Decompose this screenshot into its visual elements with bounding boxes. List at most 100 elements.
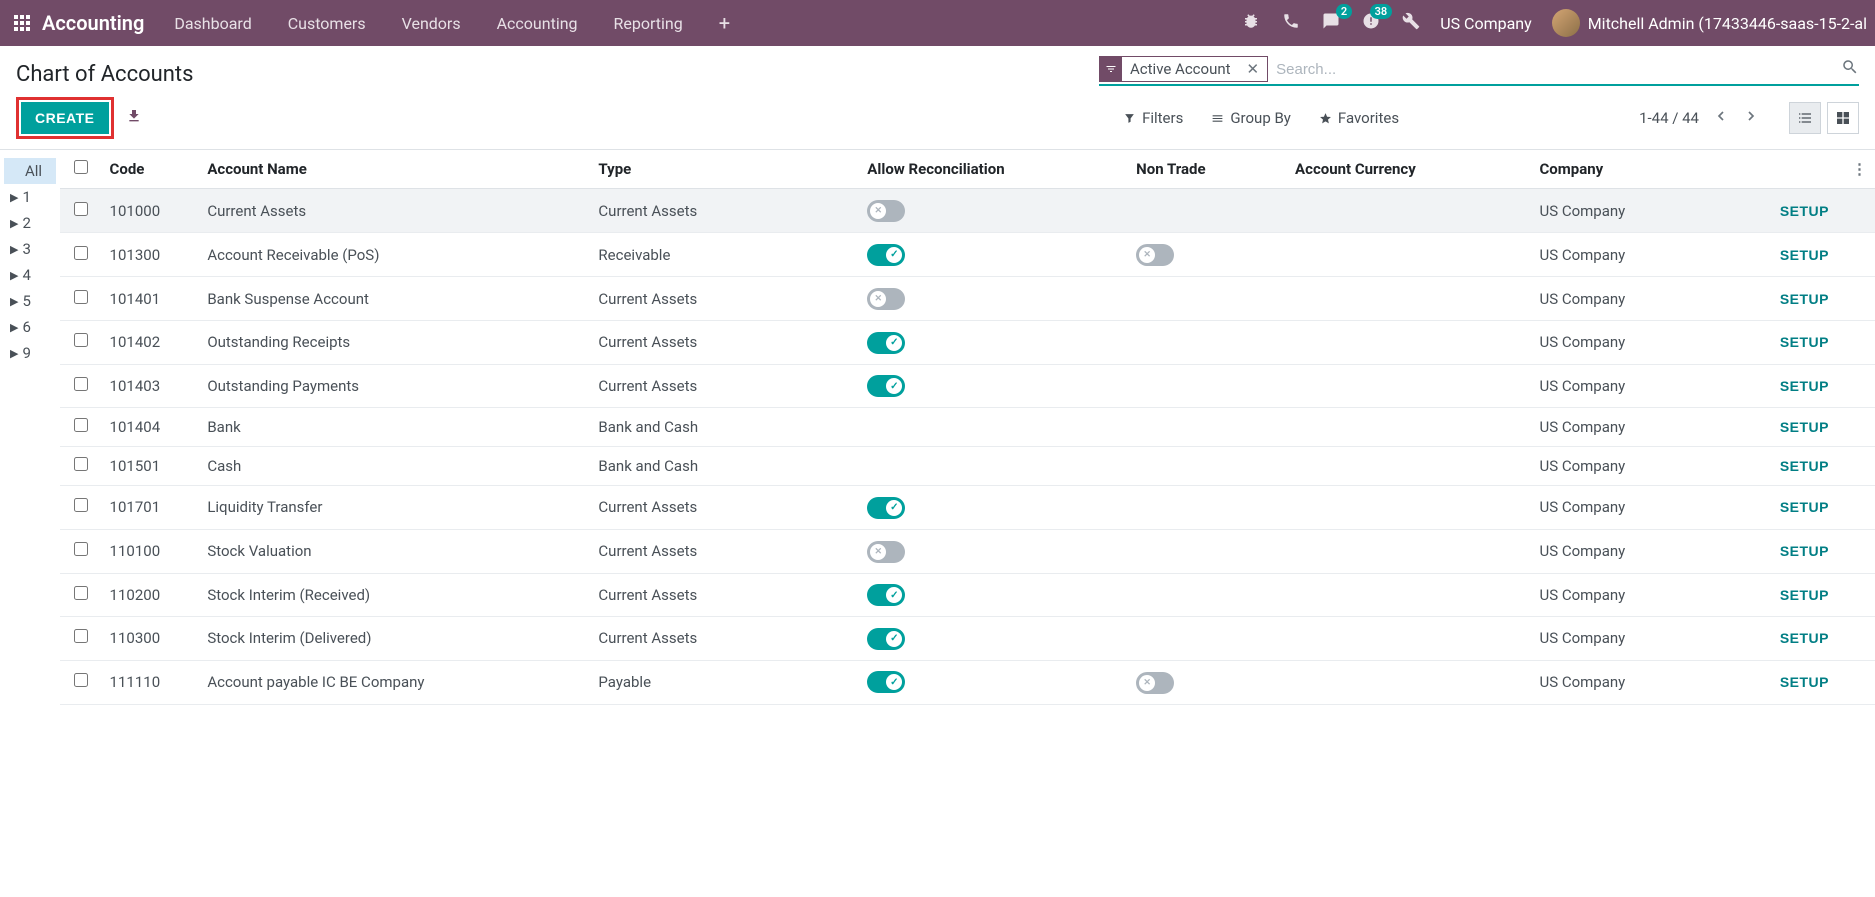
menu-customers[interactable]: Customers: [288, 14, 366, 33]
setup-button[interactable]: SETUP: [1780, 674, 1829, 690]
messages-icon[interactable]: 2: [1322, 12, 1340, 34]
cell-company[interactable]: US Company: [1531, 447, 1739, 486]
cell-name[interactable]: Bank: [199, 408, 590, 447]
pager-next[interactable]: [1743, 108, 1759, 128]
menu-vendors[interactable]: Vendors: [402, 14, 461, 33]
cell-code[interactable]: 101300: [102, 233, 200, 277]
filters-toggle[interactable]: Filters: [1123, 109, 1183, 127]
setup-button[interactable]: SETUP: [1780, 499, 1829, 515]
app-brand[interactable]: Accounting: [42, 11, 144, 35]
setup-button[interactable]: SETUP: [1780, 587, 1829, 603]
header-name[interactable]: Account Name: [199, 150, 590, 189]
row-checkbox[interactable]: [74, 457, 88, 471]
cell-company[interactable]: US Company: [1531, 189, 1739, 233]
setup-button[interactable]: SETUP: [1780, 378, 1829, 394]
menu-accounting[interactable]: Accounting: [497, 14, 578, 33]
row-checkbox[interactable]: [74, 629, 88, 643]
cell-company[interactable]: US Company: [1531, 321, 1739, 365]
new-menu-icon[interactable]: +: [719, 11, 730, 35]
header-type[interactable]: Type: [590, 150, 859, 189]
cell-code[interactable]: 101401: [102, 277, 200, 321]
cell-type[interactable]: Current Assets: [590, 617, 859, 661]
cell-company[interactable]: US Company: [1531, 660, 1739, 704]
cell-code[interactable]: 111110: [102, 660, 200, 704]
cell-type[interactable]: Bank and Cash: [590, 408, 859, 447]
table-row[interactable]: 110200Stock Interim (Received)Current As…: [60, 573, 1875, 617]
recon-toggle[interactable]: [867, 497, 905, 519]
recon-toggle[interactable]: [867, 332, 905, 354]
table-row[interactable]: 101402Outstanding ReceiptsCurrent Assets…: [60, 321, 1875, 365]
table-wrapper[interactable]: Code Account Name Type Allow Reconciliat…: [60, 150, 1875, 887]
list-view-button[interactable]: [1789, 102, 1821, 134]
cell-name[interactable]: Outstanding Receipts: [199, 321, 590, 365]
cell-company[interactable]: US Company: [1531, 573, 1739, 617]
cell-type[interactable]: Current Assets: [590, 321, 859, 365]
cell-code[interactable]: 110100: [102, 529, 200, 573]
cell-code[interactable]: 101404: [102, 408, 200, 447]
row-checkbox[interactable]: [74, 498, 88, 512]
setup-button[interactable]: SETUP: [1780, 419, 1829, 435]
header-company[interactable]: Company: [1531, 150, 1739, 189]
row-checkbox[interactable]: [74, 377, 88, 391]
sidebar-item-3[interactable]: ▶3: [4, 236, 56, 262]
setup-button[interactable]: SETUP: [1780, 630, 1829, 646]
row-checkbox[interactable]: [74, 246, 88, 260]
cell-code[interactable]: 101501: [102, 447, 200, 486]
table-row[interactable]: 101403Outstanding PaymentsCurrent Assets…: [60, 364, 1875, 408]
nontrade-toggle[interactable]: [1136, 672, 1174, 694]
apps-icon[interactable]: [14, 15, 30, 31]
row-checkbox[interactable]: [74, 202, 88, 216]
cell-company[interactable]: US Company: [1531, 277, 1739, 321]
kanban-view-button[interactable]: [1827, 102, 1859, 134]
table-row[interactable]: 101401Bank Suspense AccountCurrent Asset…: [60, 277, 1875, 321]
table-row[interactable]: 101501CashBank and CashUS CompanySETUP: [60, 447, 1875, 486]
cell-name[interactable]: Account Receivable (PoS): [199, 233, 590, 277]
header-code[interactable]: Code: [102, 150, 200, 189]
cell-type[interactable]: Payable: [590, 660, 859, 704]
pager-range[interactable]: 1-44 / 44: [1639, 109, 1699, 127]
bug-icon[interactable]: [1242, 12, 1260, 34]
search-bar[interactable]: Active Account ✕: [1099, 56, 1859, 86]
row-checkbox[interactable]: [74, 542, 88, 556]
cell-code[interactable]: 101402: [102, 321, 200, 365]
sidebar-item-all[interactable]: All: [4, 158, 56, 184]
cell-name[interactable]: Stock Interim (Received): [199, 573, 590, 617]
search-icon[interactable]: [1841, 58, 1859, 80]
table-row[interactable]: 101000Current AssetsCurrent AssetsUS Com…: [60, 189, 1875, 233]
header-nontrade[interactable]: Non Trade: [1128, 150, 1287, 189]
recon-toggle[interactable]: [867, 200, 905, 222]
setup-button[interactable]: SETUP: [1780, 203, 1829, 219]
cell-code[interactable]: 101701: [102, 486, 200, 530]
cell-code[interactable]: 110200: [102, 573, 200, 617]
cell-type[interactable]: Current Assets: [590, 486, 859, 530]
recon-toggle[interactable]: [867, 244, 905, 266]
setup-button[interactable]: SETUP: [1780, 334, 1829, 350]
cell-type[interactable]: Bank and Cash: [590, 447, 859, 486]
nontrade-toggle[interactable]: [1136, 244, 1174, 266]
cell-company[interactable]: US Company: [1531, 617, 1739, 661]
company-selector[interactable]: US Company: [1440, 14, 1532, 33]
groupby-toggle[interactable]: Group By: [1211, 109, 1291, 127]
recon-toggle[interactable]: [867, 671, 905, 693]
create-button[interactable]: CREATE: [21, 102, 109, 134]
facet-remove[interactable]: ✕: [1239, 60, 1268, 78]
cell-company[interactable]: US Company: [1531, 364, 1739, 408]
setup-button[interactable]: SETUP: [1780, 458, 1829, 474]
cell-name[interactable]: Outstanding Payments: [199, 364, 590, 408]
table-row[interactable]: 101701Liquidity TransferCurrent AssetsUS…: [60, 486, 1875, 530]
row-checkbox[interactable]: [74, 290, 88, 304]
pager-prev[interactable]: [1713, 108, 1729, 128]
menu-dashboard[interactable]: Dashboard: [174, 14, 251, 33]
cell-type[interactable]: Current Assets: [590, 189, 859, 233]
cell-company[interactable]: US Company: [1531, 529, 1739, 573]
cell-code[interactable]: 101000: [102, 189, 200, 233]
sidebar-item-6[interactable]: ▶6: [4, 314, 56, 340]
cell-type[interactable]: Current Assets: [590, 573, 859, 617]
cell-type[interactable]: Current Assets: [590, 364, 859, 408]
header-currency[interactable]: Account Currency: [1287, 150, 1531, 189]
select-all-checkbox[interactable]: [74, 160, 88, 174]
table-row[interactable]: 101404BankBank and CashUS CompanySETUP: [60, 408, 1875, 447]
sidebar-item-5[interactable]: ▶5: [4, 288, 56, 314]
row-checkbox[interactable]: [74, 333, 88, 347]
columns-menu-icon[interactable]: ⋮: [1837, 150, 1875, 189]
